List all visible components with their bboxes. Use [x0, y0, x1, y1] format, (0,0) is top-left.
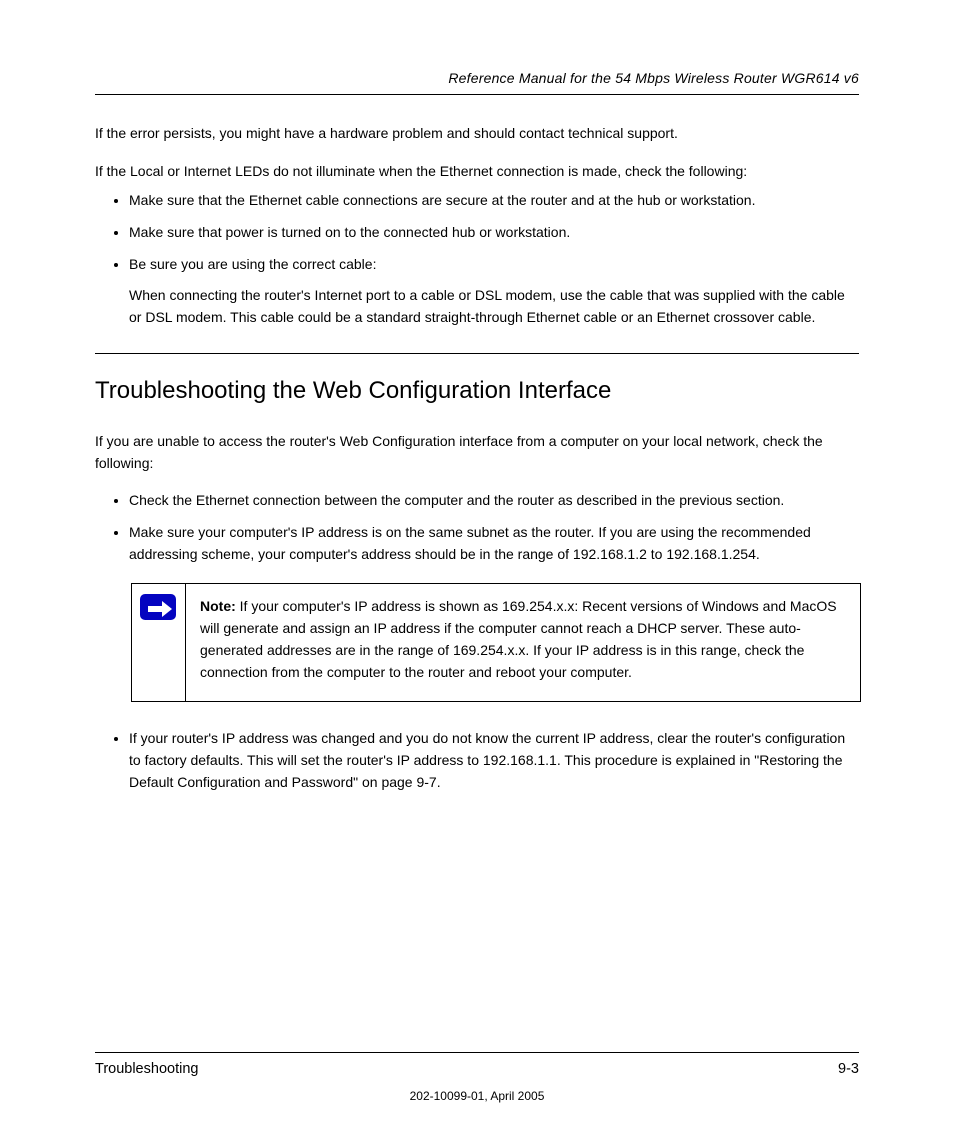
list-item-text: Be sure you are using the correct cable: — [129, 256, 376, 272]
list-item: Check the Ethernet connection between th… — [129, 490, 859, 512]
cable-note: When connecting the router's Internet po… — [129, 285, 859, 328]
footer-section: Troubleshooting — [95, 1061, 198, 1077]
section-rule — [95, 353, 859, 354]
list-item: If your router's IP address was changed … — [129, 728, 859, 793]
list-item: Be sure you are using the correct cable:… — [129, 254, 859, 329]
footer-page: 9-3 — [838, 1061, 859, 1077]
note-label: Note: — [200, 598, 236, 614]
section-list: Check the Ethernet connection between th… — [95, 490, 859, 565]
section-para: If you are unable to access the router's… — [95, 431, 859, 474]
after-note-list: If your router's IP address was changed … — [95, 728, 859, 793]
running-header: Reference Manual for the 54 Mbps Wireles… — [95, 70, 859, 86]
page: Reference Manual for the 54 Mbps Wireles… — [0, 0, 954, 1145]
footer-rule — [95, 1052, 859, 1053]
intro-lead: If the error persists, you might have a … — [95, 123, 859, 145]
list-item: Make sure that power is turned on to the… — [129, 222, 859, 244]
local-led-heading: If the Local or Internet LEDs do not ill… — [95, 161, 859, 183]
note-text: Note: If your computer's IP address is s… — [186, 584, 860, 701]
note-box: Note: If your computer's IP address is s… — [131, 583, 861, 702]
note-body: If your computer's IP address is shown a… — [200, 598, 837, 679]
local-led-list: Make sure that the Ethernet cable connec… — [95, 190, 859, 328]
footer-sub: 202-10099-01, April 2005 — [95, 1089, 859, 1103]
list-item: Make sure your computer's IP address is … — [129, 522, 859, 565]
section-heading: Troubleshooting the Web Configuration In… — [95, 372, 859, 409]
list-item: Make sure that the Ethernet cable connec… — [129, 190, 859, 212]
arrow-right-icon — [140, 594, 176, 620]
footer-row: Troubleshooting 9-3 — [95, 1061, 859, 1077]
footer: Troubleshooting 9-3 202-10099-01, April … — [95, 1052, 859, 1103]
body-content: If the error persists, you might have a … — [95, 123, 859, 793]
header-rule — [95, 94, 859, 95]
note-icon-cell — [132, 584, 186, 701]
